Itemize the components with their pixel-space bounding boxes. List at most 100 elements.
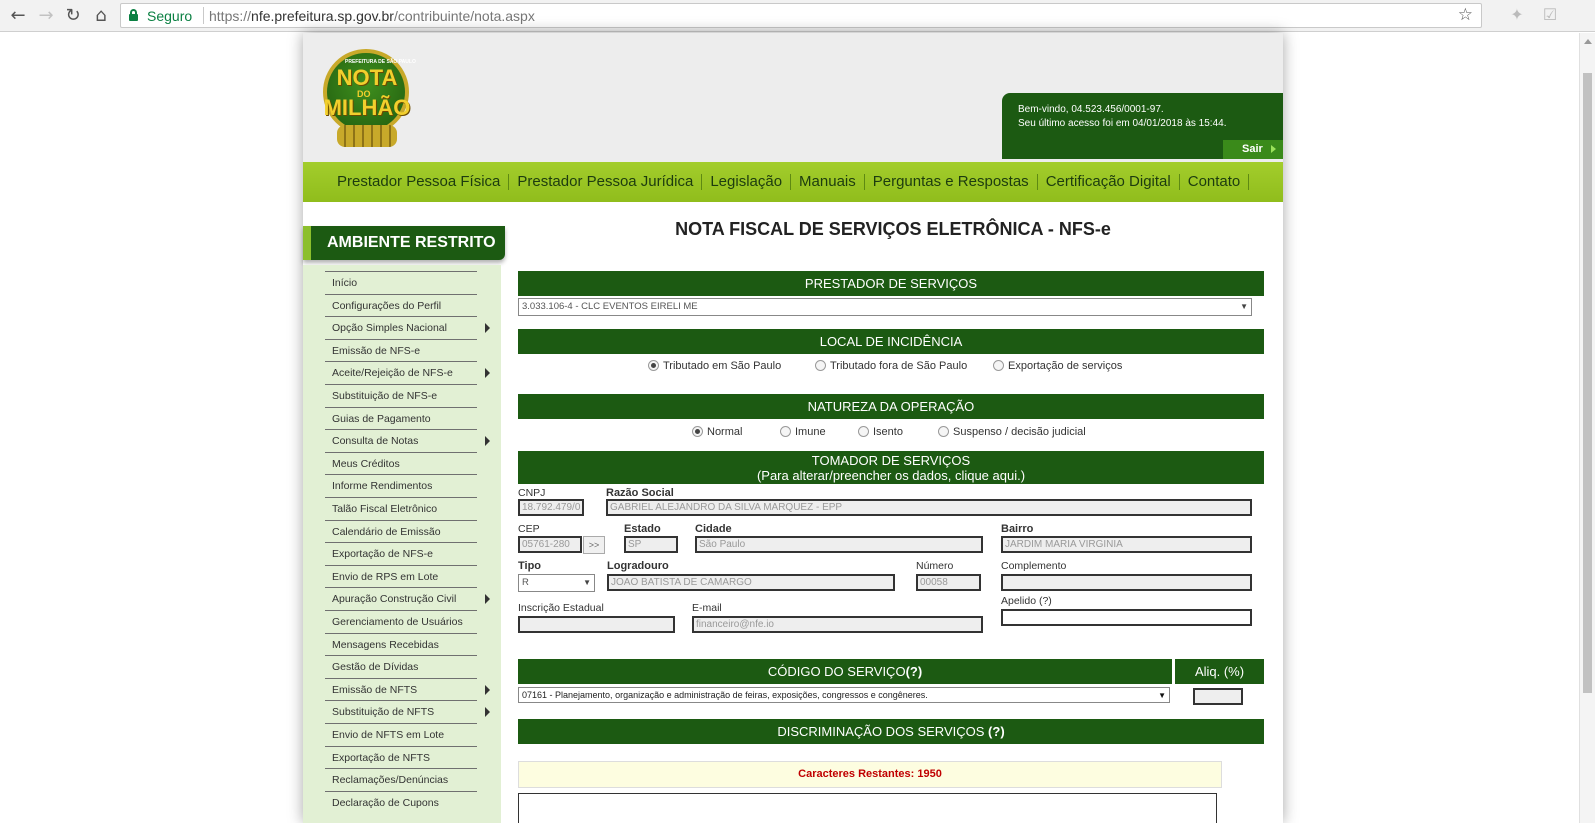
sidebar-item-label: Reclamações/Denúncias <box>332 774 449 787</box>
page-scrollbar[interactable] <box>1579 33 1595 823</box>
bookmark-star-icon[interactable]: ☆ <box>1458 5 1473 25</box>
forward-icon[interactable]: → <box>36 6 56 26</box>
radio-normal[interactable]: Normal <box>692 426 742 438</box>
sidebar-item[interactable]: Talão Fiscal Eletrônico <box>325 497 477 519</box>
submenu-arrow-icon <box>485 368 490 379</box>
sidebar-item[interactable]: Reclamações/Denúncias <box>325 768 477 790</box>
sidebar-item[interactable]: Emissão de NFTS <box>325 677 490 700</box>
extension-check-icon[interactable]: ☑ <box>1540 6 1560 26</box>
radio-isento[interactable]: Isento <box>858 426 903 438</box>
sidebar-item-label: Apuração Construção Civil <box>332 593 457 606</box>
nav-certificacao[interactable]: Certificação Digital <box>1038 174 1180 190</box>
sidebar-item[interactable]: Meus Créditos <box>325 451 477 474</box>
sidebar-item[interactable]: Gerenciamento de Usuários <box>325 610 477 632</box>
address-bar[interactable]: Seguro https://nfe.prefeitura.sp.gov.br/… <box>120 3 1482 28</box>
logout-button[interactable]: Sair <box>1223 140 1283 159</box>
sidebar-item[interactable]: Envio de NFTS em Lote <box>325 723 477 745</box>
sidebar-item[interactable]: Envio de RPS em Lote <box>325 564 477 587</box>
radio-exportacao[interactable]: Exportação de serviços <box>993 360 1122 372</box>
sidebar-item-label: Emissão de NFS-e <box>332 344 421 357</box>
tipo-label: Tipo <box>518 560 542 572</box>
sidebar-item-label: Configurações do Perfil <box>332 299 442 312</box>
radio-tributado-fora-sp[interactable]: Tributado fora de São Paulo <box>815 360 967 372</box>
sidebar-item[interactable]: Informe Rendimentos <box>325 474 477 496</box>
lock-icon <box>129 9 138 21</box>
reload-icon[interactable]: ↻ <box>63 6 83 26</box>
sidebar-item[interactable]: Exportação de NFS-e <box>325 542 477 564</box>
cnpj-field[interactable]: 18.792.479/0 <box>518 499 584 516</box>
sidebar-item[interactable]: Apuração Construção Civil <box>325 587 490 609</box>
cep-lookup-button[interactable]: >> <box>583 536 605 554</box>
sidebar-item-label: Início <box>332 277 358 289</box>
sidebar-item[interactable]: Aceite/Rejeição de NFS-e <box>325 361 490 383</box>
chevron-down-icon: ▼ <box>1158 691 1166 700</box>
complemento-field[interactable] <box>1001 574 1252 591</box>
sidebar-item[interactable]: Calendário de Emissão <box>325 519 477 542</box>
home-icon[interactable]: ⌂ <box>91 6 111 26</box>
sidebar-item-label: Gerenciamento de Usuários <box>332 616 463 628</box>
sidebar-item[interactable]: Emissão de NFS-e <box>325 338 477 361</box>
radio-suspenso[interactable]: Suspenso / decisão judicial <box>938 426 1086 438</box>
nav-perguntas[interactable]: Perguntas e Respostas <box>865 174 1038 190</box>
prestador-select[interactable]: 3.033.106-4 - CLC EVENTOS EIRELI ME ▼ <box>518 298 1252 316</box>
sidebar-item[interactable]: Substituição de NFS-e <box>325 384 477 406</box>
aliquota-field[interactable] <box>1193 688 1243 705</box>
inscricao-estadual-field[interactable] <box>518 616 675 633</box>
sidebar-item[interactable]: Opção Simples Nacional <box>325 316 490 338</box>
apelido-label: Apelido (?) <box>1001 595 1052 607</box>
sidebar-item-label: Calendário de Emissão <box>332 525 441 538</box>
estado-field[interactable]: SP <box>624 536 678 553</box>
back-icon[interactable]: ← <box>8 6 28 26</box>
inscricao-estadual-label: Inscrição Estadual <box>518 602 604 614</box>
sidebar-heading: AMBIENTE RESTRITO <box>303 226 505 260</box>
tomador-heading[interactable]: TOMADOR DE SERVIÇOS (Para alterar/preenc… <box>518 451 1264 484</box>
numero-field[interactable]: 00058 <box>916 574 981 591</box>
logradouro-field[interactable]: JOAO BATISTA DE CAMARGO <box>607 574 895 591</box>
submenu-arrow-icon <box>485 707 490 718</box>
nav-legislacao[interactable]: Legislação <box>702 174 792 190</box>
scrollbar-thumb <box>1583 73 1592 693</box>
sidebar-item[interactable]: Declaração de Cupons <box>325 790 477 813</box>
estado-label: Estado <box>624 523 661 535</box>
radio-imune[interactable]: Imune <box>780 426 826 438</box>
discriminacao-textarea[interactable] <box>518 793 1217 823</box>
sidebar-item[interactable]: Configurações do Perfil <box>325 293 477 316</box>
sidebar-item[interactable]: Início <box>325 271 477 293</box>
sidebar-item-label: Informe Rendimentos <box>332 480 433 493</box>
sidebar-item-label: Exportação de NFTS <box>332 751 431 764</box>
cep-field[interactable]: 05761-280 <box>518 536 582 553</box>
coins-icon <box>337 125 397 147</box>
bairro-field[interactable]: JARDIM MARIA VIRGINIA <box>1001 536 1252 553</box>
sidebar-item[interactable]: Gestão de Dívidas <box>325 655 477 677</box>
discriminacao-help[interactable]: (?) <box>988 724 1005 739</box>
local-incidencia-heading: LOCAL DE INCIDÊNCIA <box>518 329 1264 354</box>
nota-do-milhao-logo[interactable]: PREFEITURA DE SÃO PAULO NOTA DO MILHÃO <box>317 45 417 153</box>
extension-pin-icon[interactable]: ✦ <box>1507 6 1527 26</box>
email-label: E-mail <box>692 602 722 614</box>
tipo-select[interactable]: R ▼ <box>518 574 595 592</box>
welcome-message: Bem-vindo, 04.523.456/0001-97. <box>1018 104 1164 115</box>
nav-prestador-pf[interactable]: Prestador Pessoa Física <box>333 174 510 190</box>
codigo-servico-select[interactable]: 07161 - Planejamento, organização e admi… <box>518 687 1170 703</box>
sidebar: AMBIENTE RESTRITO Início Configurações do… <box>303 202 505 823</box>
nav-contato[interactable]: Contato <box>1180 174 1250 190</box>
razao-social-field[interactable]: GABRIEL ALEJANDRO DA SILVA MARQUEZ - EPP <box>606 499 1252 516</box>
site-header: PREFEITURA DE SÃO PAULO NOTA DO MILHÃO B… <box>303 33 1283 162</box>
codigo-servico-help[interactable]: (?) <box>906 664 923 679</box>
nav-manuais[interactable]: Manuais <box>791 174 865 190</box>
remaining-characters: Caracteres Restantes: 1950 <box>518 761 1222 788</box>
cnpj-label: CNPJ <box>518 487 546 499</box>
email-field[interactable]: financeiro@nfe.io <box>692 616 983 633</box>
url-text[interactable]: https://nfe.prefeitura.sp.gov.br/contrib… <box>209 8 535 24</box>
sidebar-item[interactable]: Exportação de NFTS <box>325 745 477 768</box>
codigo-servico-heading: CÓDIGO DO SERVIÇO(?) <box>518 659 1172 684</box>
sidebar-item[interactable]: Mensagens Recebidas <box>325 632 477 655</box>
sidebar-item[interactable]: Consulta de Notas <box>325 429 490 451</box>
apelido-field[interactable] <box>1001 609 1252 626</box>
cidade-field[interactable]: São Paulo <box>695 536 983 553</box>
sidebar-item[interactable]: Guias de Pagamento <box>325 406 477 429</box>
nav-prestador-pj[interactable]: Prestador Pessoa Jurídica <box>509 174 703 190</box>
radio-tributado-sp[interactable]: Tributado em São Paulo <box>648 360 781 372</box>
sidebar-item[interactable]: Substituição de NFTS <box>325 700 490 722</box>
scroll-up-icon <box>1584 39 1592 44</box>
